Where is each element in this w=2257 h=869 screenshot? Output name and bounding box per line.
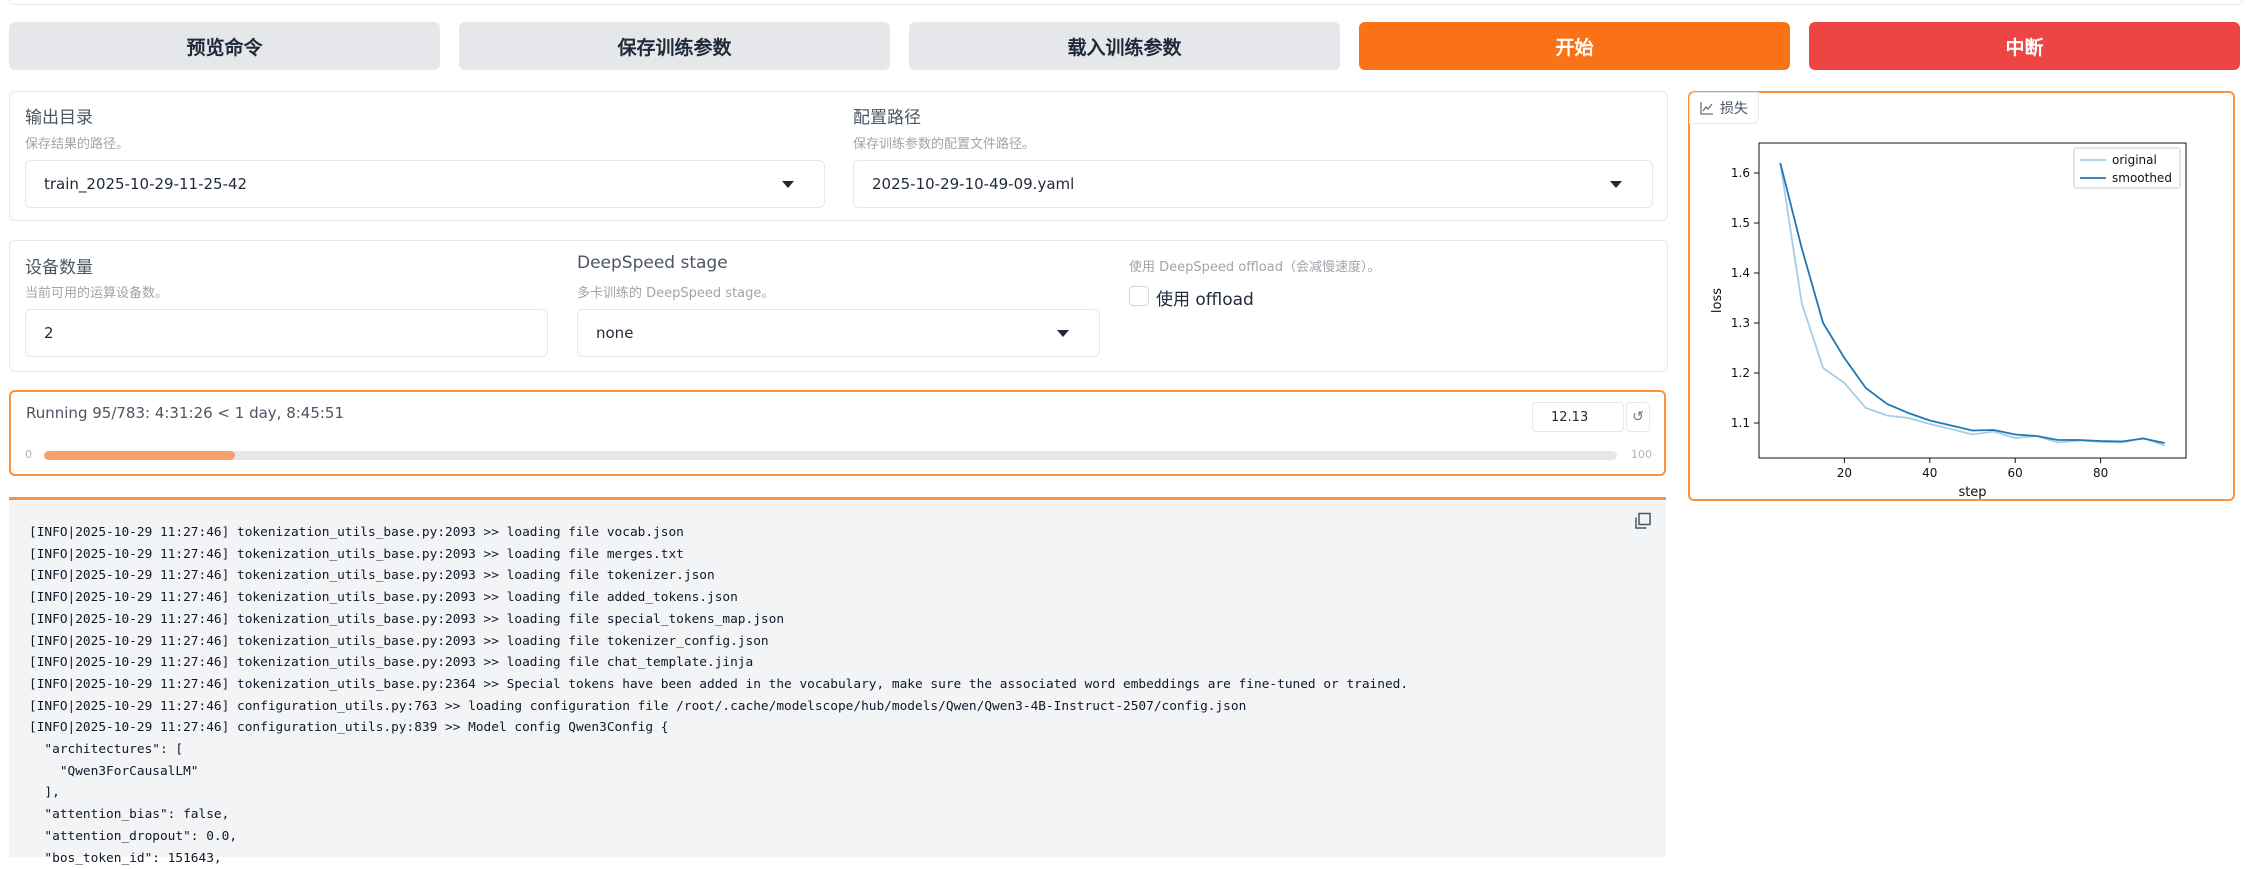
- save-args-button[interactable]: 保存训练参数: [459, 22, 890, 70]
- x-tick-label: 60: [2008, 466, 2023, 480]
- output-dir-dropdown[interactable]: train_2025-10-29-11-25-42: [25, 160, 825, 208]
- ds-stage-dropdown[interactable]: none: [577, 309, 1100, 357]
- progress-panel: [9, 390, 1666, 476]
- config-path-info: 保存训练参数的配置文件路径。: [853, 137, 1036, 152]
- legend-label: original: [2112, 153, 2157, 167]
- y-axis-label: loss: [1710, 288, 1725, 313]
- progress-number-value: 12.13: [1551, 409, 1589, 425]
- preview-command-button[interactable]: 预览命令: [9, 22, 440, 70]
- x-axis-label: step: [1958, 485, 1986, 499]
- config-path-value: 2025-10-29-10-49-09.yaml: [872, 175, 1075, 193]
- top-border: [9, 0, 2243, 5]
- ds-offload-info: 使用 DeepSpeed offload（会减慢速度）。: [1129, 260, 1381, 275]
- progress-fill: [44, 451, 235, 460]
- loss-chart: step loss 20 40 60 80 1.1 1.2 1.3 1.4 1.5 1.6 orig…: [1710, 142, 2187, 499]
- device-count-input[interactable]: 2: [25, 309, 548, 357]
- ds-offload-checkbox[interactable]: [1129, 286, 1149, 306]
- copy-icon[interactable]: [1634, 512, 1652, 530]
- progress-max-label: 100: [1631, 448, 1652, 461]
- series-line-original: [1779, 162, 2165, 447]
- plot-frame: [1758, 142, 2187, 459]
- progress-number[interactable]: 12.13: [1532, 402, 1624, 432]
- y-tick-label: 1.3: [1731, 316, 1750, 330]
- loss-plot-panel: 损失 step loss 20 40 60 80 1.1 1.2 1.3 1.4 1.5 1.6 o…: [1688, 91, 2235, 501]
- chevron-down-icon: [1057, 330, 1069, 337]
- abort-button[interactable]: 中断: [1809, 22, 2240, 70]
- load-args-button[interactable]: 载入训练参数: [909, 22, 1340, 70]
- progress-slider[interactable]: [44, 451, 1617, 460]
- config-path-label: 配置路径: [853, 108, 921, 128]
- output-dir-label: 输出目录: [25, 108, 93, 128]
- y-tick-label: 1.2: [1731, 366, 1750, 380]
- chevron-down-icon: [1610, 181, 1622, 188]
- series-line-smoothed: [1779, 162, 2165, 444]
- x-tick-label: 40: [1922, 466, 1937, 480]
- chevron-down-icon: [782, 181, 794, 188]
- config-path-dropdown[interactable]: 2025-10-29-10-49-09.yaml: [853, 160, 1653, 208]
- x-tick-label: 80: [2093, 466, 2108, 480]
- y-tick-label: 1.5: [1731, 216, 1750, 230]
- ds-stage-label: DeepSpeed stage: [577, 253, 728, 273]
- legend-label: smoothed: [2112, 171, 2172, 185]
- output-dir-value: train_2025-10-29-11-25-42: [44, 175, 248, 193]
- y-tick-label: 1.6: [1731, 166, 1750, 180]
- device-count-info: 当前可用的运算设备数。: [25, 286, 169, 301]
- reset-icon[interactable]: ↺: [1626, 402, 1650, 432]
- x-tick-label: 20: [1837, 466, 1852, 480]
- log-text: [INFO|2025-10-29 11:27:46] tokenization_…: [29, 525, 1409, 866]
- progress-min-label: 0: [25, 448, 32, 461]
- progress-status: Running 95/783: 4:31:26 < 1 day, 8:45:51: [26, 404, 345, 422]
- ds-stage-info: 多卡训练的 DeepSpeed stage。: [577, 286, 775, 301]
- device-count-label: 设备数量: [25, 258, 93, 278]
- output-log[interactable]: [INFO|2025-10-29 11:27:46] tokenization_…: [9, 497, 1666, 866]
- output-dir-info: 保存结果的路径。: [25, 137, 130, 152]
- y-tick-label: 1.4: [1731, 266, 1750, 280]
- ds-offload-label: 使用 offload: [1156, 290, 1254, 310]
- ds-stage-value: none: [596, 324, 634, 342]
- device-count-value: 2: [44, 324, 54, 342]
- y-tick-label: 1.1: [1731, 416, 1750, 430]
- start-button[interactable]: 开始: [1359, 22, 1790, 70]
